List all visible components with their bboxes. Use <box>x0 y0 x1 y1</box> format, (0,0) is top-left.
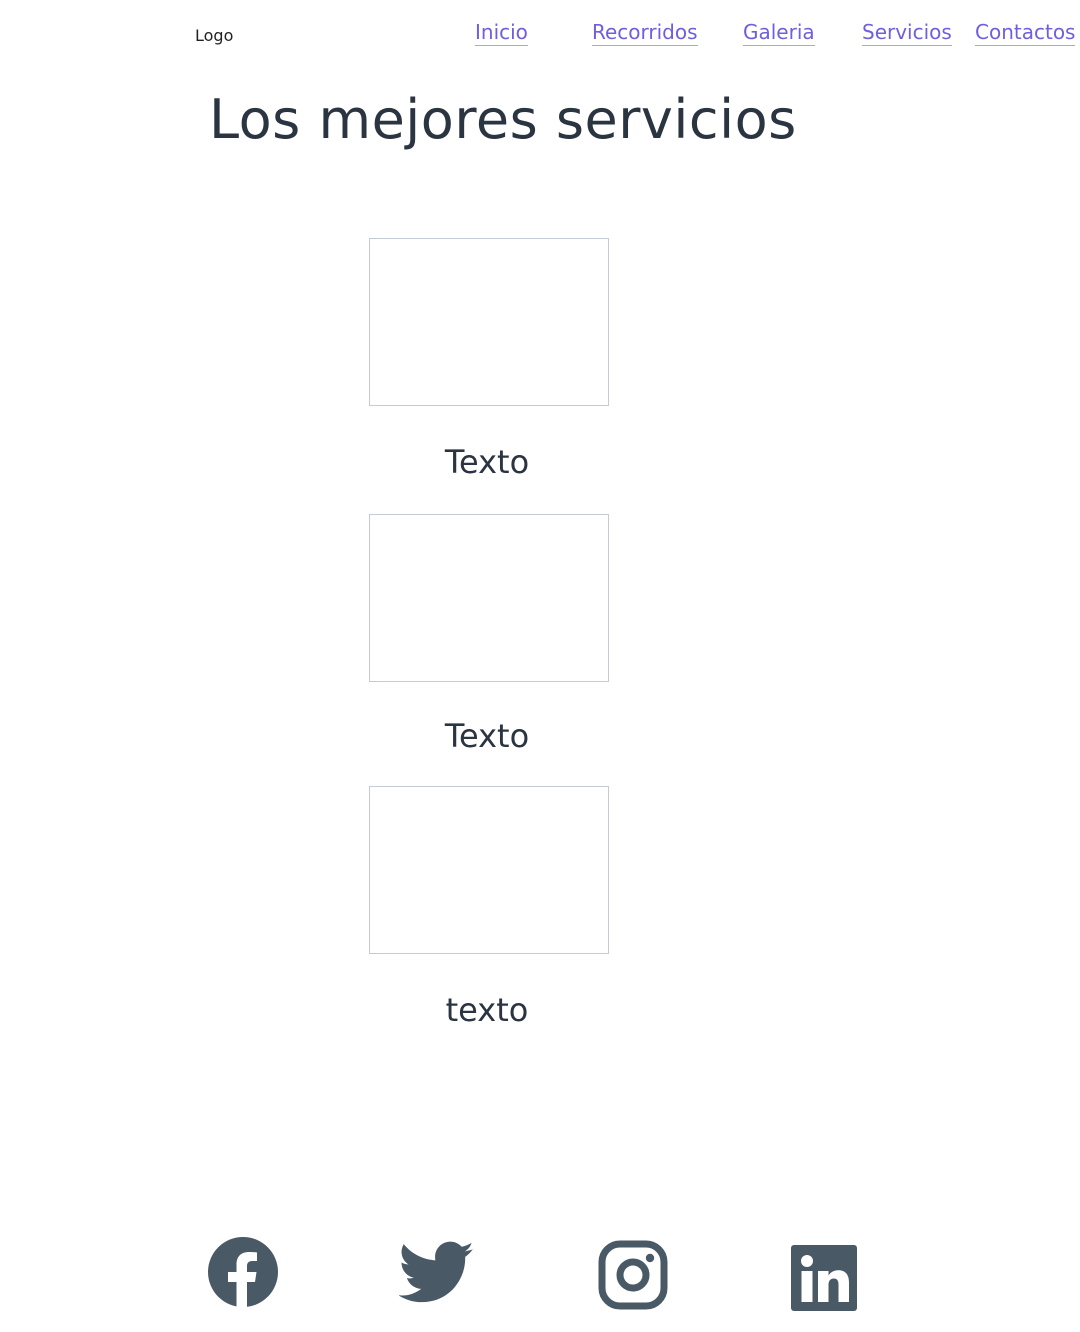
nav-link-recorridos[interactable]: Recorridos <box>592 20 698 46</box>
nav-link-galeria[interactable]: Galeria <box>743 20 815 46</box>
nav-link-servicios[interactable]: Servicios <box>862 20 952 46</box>
logo[interactable]: Logo <box>195 26 233 45</box>
linkedin-icon[interactable] <box>791 1245 857 1311</box>
service-image-1 <box>369 238 609 406</box>
nav-link-inicio[interactable]: Inicio <box>475 20 528 46</box>
facebook-icon[interactable] <box>207 1236 279 1308</box>
instagram-icon[interactable] <box>598 1240 668 1310</box>
service-image-3 <box>369 786 609 954</box>
service-text-1: Texto <box>444 443 530 481</box>
page-title: Los mejores servicios <box>209 88 797 151</box>
service-text-3: texto <box>445 991 529 1029</box>
twitter-icon[interactable] <box>399 1240 475 1306</box>
page: Logo Inicio Recorridos Galeria Servicios… <box>0 0 1080 1332</box>
service-text-2: Texto <box>444 717 530 755</box>
service-image-2 <box>369 514 609 682</box>
nav-link-contactos[interactable]: Contactos <box>975 20 1076 46</box>
